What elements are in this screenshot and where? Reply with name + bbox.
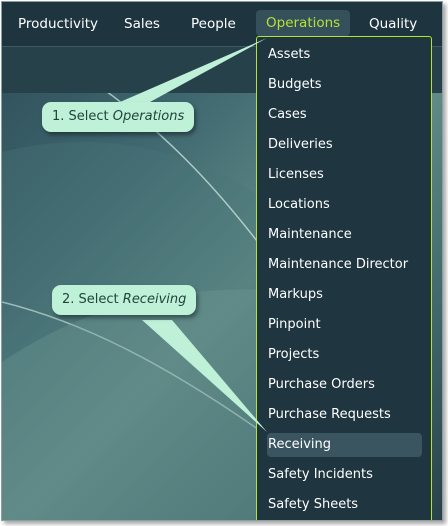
nav-people[interactable]: People <box>191 12 236 36</box>
callout-step-1: 1. Select Operations <box>42 102 195 132</box>
menu-item-maintenance-director[interactable]: Maintenance Director <box>267 253 422 277</box>
menu-item-purchase-orders[interactable]: Purchase Orders <box>267 373 422 397</box>
callout-step-2-prefix: 2. Select <box>62 292 123 307</box>
menu-item-markups[interactable]: Markups <box>267 283 422 307</box>
menu-item-safety-incidents[interactable]: Safety Incidents <box>267 463 422 487</box>
nav-operations[interactable]: Operations <box>256 10 351 36</box>
menu-item-assets[interactable]: Assets <box>267 43 422 67</box>
menu-item-purchase-requests[interactable]: Purchase Requests <box>267 403 422 427</box>
nav-sales[interactable]: Sales <box>124 12 160 36</box>
callout-step-1-prefix: 1. Select <box>52 109 113 124</box>
menu-item-maintenance[interactable]: Maintenance <box>267 223 422 247</box>
menu-item-pinpoint[interactable]: Pinpoint <box>267 313 422 337</box>
nav-productivity[interactable]: Productivity <box>18 12 98 36</box>
menu-item-locations[interactable]: Locations <box>267 193 422 217</box>
callout-step-2-target: Receiving <box>122 292 187 307</box>
screenshot-frame: Productivity Sales People Operations Qua… <box>1 1 443 521</box>
operations-dropdown-menu: Assets Budgets Cases Deliveries Licenses… <box>256 36 432 520</box>
menu-item-cases[interactable]: Cases <box>267 103 422 127</box>
menu-item-budgets[interactable]: Budgets <box>267 73 422 97</box>
callout-step-1-target: Operations <box>112 109 185 124</box>
nav-quality[interactable]: Quality <box>369 12 417 36</box>
menu-item-licenses[interactable]: Licenses <box>267 163 422 187</box>
menu-item-safety-sheets[interactable]: Safety Sheets <box>267 493 422 517</box>
callout-step-2: 2. Select Receiving <box>52 285 197 315</box>
menu-item-receiving[interactable]: Receiving <box>267 433 422 457</box>
menu-item-deliveries[interactable]: Deliveries <box>267 133 422 157</box>
menu-item-projects[interactable]: Projects <box>267 343 422 367</box>
